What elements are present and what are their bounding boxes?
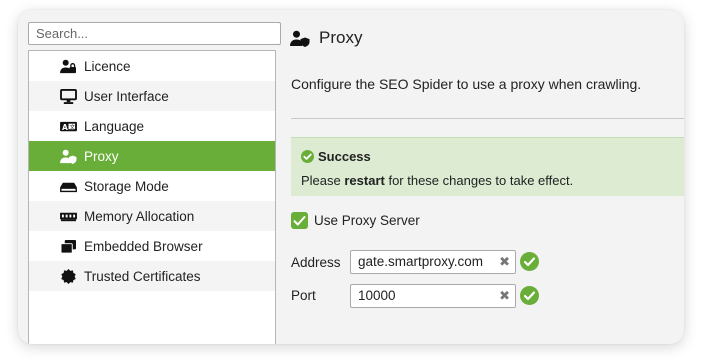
preferences-window: Search... Licence User Interface A文 Lang… — [18, 10, 684, 344]
use-proxy-checkbox[interactable] — [291, 212, 308, 229]
sidebar-item-label: User Interface — [84, 88, 169, 104]
sidebar-item-label: Licence — [84, 58, 131, 74]
address-label: Address — [291, 255, 341, 270]
sidebar-item-label: Embedded Browser — [84, 238, 203, 254]
alert-message-suffix: for these changes to take effect. — [384, 173, 574, 188]
licence-icon — [59, 58, 77, 74]
address-field[interactable]: gate.smartproxy.com ✖ — [350, 250, 516, 274]
proxy-icon — [59, 148, 77, 164]
memory-icon — [59, 208, 77, 224]
sidebar-item-label: Trusted Certificates — [84, 268, 201, 284]
svg-text:文: 文 — [69, 122, 75, 130]
valid-check-icon — [520, 286, 539, 305]
storage-icon — [59, 178, 77, 194]
check-circle-icon — [301, 150, 314, 163]
use-proxy-row: Use Proxy Server — [291, 212, 420, 229]
alert-message: Please restart for these changes to take… — [301, 173, 573, 188]
success-alert: Success Please restart for these changes… — [291, 137, 684, 196]
monitor-icon — [59, 88, 77, 104]
proxy-icon — [290, 30, 310, 47]
checkmark-icon — [293, 215, 306, 225]
port-field[interactable]: 10000 ✖ — [350, 284, 516, 308]
clear-icon[interactable]: ✖ — [499, 251, 510, 273]
sidebar-item-memory-allocation[interactable]: Memory Allocation — [29, 201, 275, 231]
sidebar-item-storage-mode[interactable]: Storage Mode — [29, 171, 275, 201]
sidebar-item-language[interactable]: A文 Language — [29, 111, 275, 141]
clear-icon[interactable]: ✖ — [499, 285, 510, 307]
address-value: gate.smartproxy.com — [358, 254, 484, 269]
browser-icon — [59, 238, 77, 254]
sidebar-item-trusted-certificates[interactable]: Trusted Certificates — [29, 261, 275, 291]
sidebar-item-label: Language — [84, 118, 145, 134]
divider — [291, 118, 684, 119]
port-value: 10000 — [358, 288, 396, 303]
language-icon: A文 — [59, 118, 77, 134]
page-description: Configure the SEO Spider to use a proxy … — [291, 76, 642, 92]
sidebar: Licence User Interface A文 Language Proxy… — [28, 50, 276, 344]
page-title: Proxy — [319, 28, 363, 47]
sidebar-item-label: Storage Mode — [84, 178, 169, 194]
alert-message-bold: restart — [344, 173, 385, 188]
sidebar-item-licence[interactable]: Licence — [29, 51, 275, 81]
port-label: Port — [291, 288, 316, 303]
main-panel: Proxy Configure the SEO Spider to use a … — [280, 10, 684, 344]
alert-title-row: Success — [301, 149, 371, 164]
use-proxy-label: Use Proxy Server — [314, 213, 420, 228]
alert-message-prefix: Please — [301, 173, 345, 188]
sidebar-item-user-interface[interactable]: User Interface — [29, 81, 275, 111]
page-header: Proxy — [290, 28, 362, 48]
certificate-icon — [59, 268, 77, 284]
sidebar-item-label: Proxy — [84, 148, 119, 164]
search-input[interactable]: Search... — [28, 22, 281, 45]
sidebar-item-embedded-browser[interactable]: Embedded Browser — [29, 231, 275, 261]
svg-text:A: A — [61, 122, 67, 131]
valid-check-icon — [520, 252, 539, 271]
alert-title: Success — [318, 149, 371, 164]
sidebar-item-label: Memory Allocation — [84, 208, 195, 224]
sidebar-item-proxy[interactable]: Proxy — [29, 141, 275, 171]
